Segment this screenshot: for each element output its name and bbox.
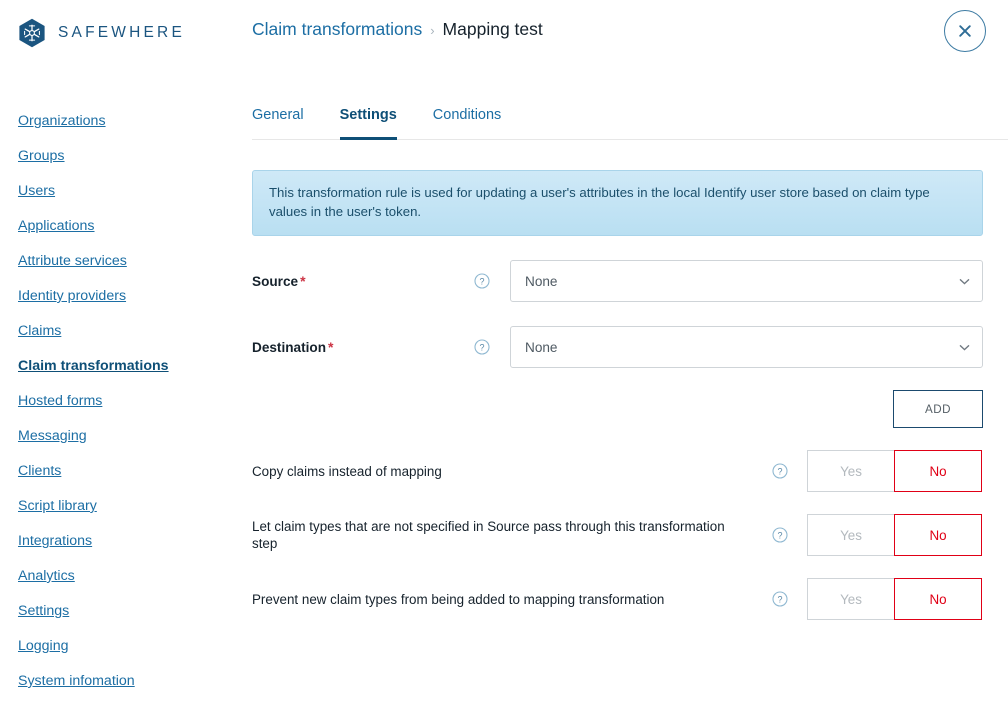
tab-bar: General Settings Conditions	[252, 104, 1008, 140]
svg-text:?: ?	[777, 595, 782, 605]
sidebar-item-messaging[interactable]: Messaging	[0, 419, 240, 454]
sidebar-item-claim-transformations[interactable]: Claim transformations	[0, 349, 240, 384]
chevron-down-icon	[959, 278, 970, 285]
pass-through-yes-button[interactable]: Yes	[807, 514, 895, 556]
destination-select-value: None	[525, 339, 558, 355]
sidebar-item-settings[interactable]: Settings	[0, 594, 240, 629]
help-question-circle-icon[interactable]: ?	[474, 273, 490, 289]
toggle-row-pass-through: Let claim types that are not specified i…	[252, 514, 983, 556]
help-question-circle-icon[interactable]: ?	[474, 339, 490, 355]
page-title: Mapping test	[442, 19, 543, 39]
help-question-circle-icon[interactable]: ?	[772, 463, 788, 479]
destination-label: Destination *	[252, 339, 474, 355]
prevent-new-claims-toggle: Yes No	[807, 578, 982, 620]
copy-claims-yes-button[interactable]: Yes	[807, 450, 895, 492]
source-select[interactable]: None	[510, 260, 983, 302]
prevent-new-claims-label: Prevent new claim types from being added…	[252, 591, 665, 607]
safewhere-hexagon-snowflake-icon	[19, 18, 45, 48]
sidebar-nav: Organizations Groups Users Applications …	[0, 104, 240, 699]
app-header: SAFEWHERE Claim transformations › Mappin…	[0, 0, 1008, 88]
sidebar-item-users[interactable]: Users	[0, 174, 240, 209]
tab-general[interactable]: General	[252, 105, 304, 140]
required-marker: *	[328, 339, 334, 355]
brand-logo[interactable]: SAFEWHERE	[18, 18, 185, 48]
add-button[interactable]: ADD	[893, 390, 983, 428]
sidebar-item-attribute-services[interactable]: Attribute services	[0, 244, 240, 279]
add-button-row: ADD	[252, 390, 983, 428]
close-x-icon	[959, 25, 971, 37]
toggle-row-copy-claims: Copy claims instead of mapping ? Yes No	[252, 450, 983, 492]
svg-text:?: ?	[479, 343, 484, 353]
sidebar-item-script-library[interactable]: Script library	[0, 489, 240, 524]
svg-text:?: ?	[777, 467, 782, 477]
sidebar-item-analytics[interactable]: Analytics	[0, 559, 240, 594]
source-label-text: Source	[252, 274, 299, 289]
sidebar-item-system-information[interactable]: System infomation	[0, 664, 240, 699]
chevron-down-icon	[959, 344, 970, 351]
info-banner: This transformation rule is used for upd…	[252, 170, 983, 236]
required-marker: *	[300, 273, 306, 289]
sidebar-item-groups[interactable]: Groups	[0, 139, 240, 174]
close-button[interactable]	[944, 10, 986, 52]
breadcrumb-parent-link[interactable]: Claim transformations	[252, 19, 422, 40]
sidebar-item-applications[interactable]: Applications	[0, 209, 240, 244]
svg-text:?: ?	[777, 531, 782, 541]
tab-conditions[interactable]: Conditions	[433, 105, 502, 140]
copy-claims-toggle: Yes No	[807, 450, 982, 492]
main-content: General Settings Conditions This transfo…	[252, 104, 1008, 620]
app-window: SAFEWHERE Claim transformations › Mappin…	[0, 0, 1008, 702]
sidebar-item-logging[interactable]: Logging	[0, 629, 240, 664]
help-question-circle-icon[interactable]: ?	[772, 527, 788, 543]
destination-label-text: Destination	[252, 340, 327, 355]
pass-through-label: Let claim types that are not specified i…	[252, 519, 725, 551]
toggle-row-prevent-new-claims: Prevent new claim types from being added…	[252, 578, 983, 620]
tab-settings[interactable]: Settings	[339, 105, 397, 140]
source-select-value: None	[525, 273, 558, 289]
breadcrumb: Claim transformations › Mapping test	[252, 19, 543, 40]
prevent-new-claims-no-button[interactable]: No	[894, 578, 982, 620]
sidebar-item-hosted-forms[interactable]: Hosted forms	[0, 384, 240, 419]
sidebar-item-identity-providers[interactable]: Identity providers	[0, 279, 240, 314]
svg-text:?: ?	[479, 277, 484, 287]
help-question-circle-icon[interactable]: ?	[772, 591, 788, 607]
copy-claims-no-button[interactable]: No	[894, 450, 982, 492]
form-row-destination: Destination * ? None	[252, 326, 983, 368]
breadcrumb-separator-icon: ›	[430, 23, 435, 38]
sidebar-item-claims[interactable]: Claims	[0, 314, 240, 349]
prevent-new-claims-yes-button[interactable]: Yes	[807, 578, 895, 620]
copy-claims-label: Copy claims instead of mapping	[252, 463, 442, 479]
pass-through-toggle: Yes No	[807, 514, 982, 556]
form-row-source: Source * ? None	[252, 260, 983, 302]
source-label: Source *	[252, 273, 474, 289]
sidebar-item-organizations[interactable]: Organizations	[0, 104, 240, 139]
sidebar-item-integrations[interactable]: Integrations	[0, 524, 240, 559]
destination-select[interactable]: None	[510, 326, 983, 368]
brand-name: SAFEWHERE	[58, 24, 185, 41]
pass-through-no-button[interactable]: No	[894, 514, 982, 556]
sidebar-item-clients[interactable]: Clients	[0, 454, 240, 489]
